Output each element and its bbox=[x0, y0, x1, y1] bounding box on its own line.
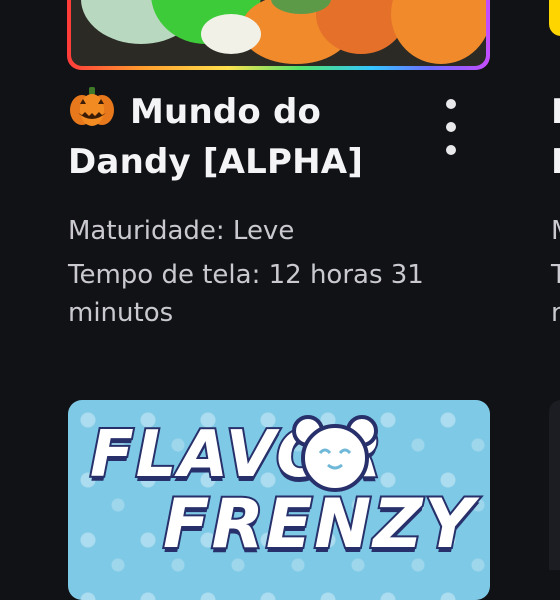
game-thumbnail-mundo-do-dandy[interactable] bbox=[67, 0, 490, 70]
next-game-thumbnail-edge[interactable] bbox=[549, 400, 560, 570]
thumbnail-figure bbox=[201, 14, 261, 54]
game-title[interactable]: Mundo do Dandy [ALPHA] bbox=[68, 87, 428, 187]
next-game-title-edge[interactable]: IF bbox=[551, 87, 560, 187]
maturity-label: Maturidade: Leve bbox=[68, 216, 295, 246]
pumpkin-icon bbox=[70, 87, 114, 126]
more-vertical-icon-dot bbox=[446, 145, 456, 155]
thumbnail-figure bbox=[391, 0, 486, 64]
thumbnail-text-frenzy: FRENZY bbox=[161, 483, 476, 566]
more-vertical-icon-dot bbox=[446, 122, 456, 132]
thumbnail-image bbox=[71, 0, 486, 66]
bear-icon bbox=[292, 415, 378, 492]
game-thumbnail-flavor-frenzy[interactable]: FLAVOR FRENZY bbox=[68, 400, 490, 600]
next-game-thumbnail-edge[interactable] bbox=[549, 0, 560, 36]
more-options-button[interactable] bbox=[438, 99, 464, 155]
game-card-title-row[interactable]: Mundo do Dandy [ALPHA] bbox=[68, 87, 468, 187]
more-vertical-icon bbox=[446, 99, 456, 109]
next-game-meta-edge: M bbox=[551, 212, 560, 250]
next-game-meta-edge: Tn bbox=[551, 260, 560, 328]
screen-time-label: Tempo de tela: 12 horas 31 minutos bbox=[68, 260, 424, 328]
